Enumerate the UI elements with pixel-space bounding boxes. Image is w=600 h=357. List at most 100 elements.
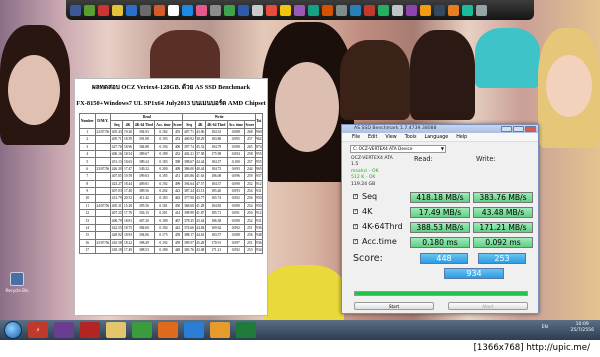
table-row: 5 451.13 18.63 389.24 0.183 398 398.67 44.44 184… [79, 157, 264, 166]
dock-app-icon[interactable] [336, 4, 347, 16]
table-cell: 0.189 [154, 149, 173, 159]
checkbox-acc-time[interactable] [353, 238, 358, 244]
dock-app-icon[interactable] [70, 4, 81, 16]
table-cell: 5 [79, 157, 96, 166]
menu-language[interactable]: Language [425, 135, 449, 140]
dock-app-icon[interactable] [434, 4, 445, 16]
table-cell: 0.194 [154, 142, 173, 151]
checkbox-4k-64thrd[interactable] [353, 223, 358, 229]
table-cell: 389.67 [132, 149, 156, 159]
checkbox-4k[interactable] [353, 208, 358, 214]
table-cell: 423.27 [110, 179, 124, 188]
dock-app-icon[interactable] [448, 4, 459, 16]
dock-app-icon[interactable] [126, 4, 137, 16]
start-button[interactable]: Start [354, 302, 434, 310]
close-button[interactable] [525, 126, 536, 132]
menu-help[interactable]: Help [456, 135, 467, 140]
language-indicator[interactable]: EN [542, 325, 548, 331]
menu-edit[interactable]: Edit [368, 135, 377, 140]
menu-tools[interactable]: Tools [405, 135, 417, 140]
table-cell: 252 [243, 179, 256, 188]
table-cell: 0.183 [154, 194, 173, 203]
folder-icon[interactable] [106, 322, 126, 338]
dock-app-icon[interactable] [406, 4, 417, 16]
table-cell: 402.21 [182, 149, 196, 159]
table-cell [94, 216, 112, 225]
table-cell: 0.088 [226, 231, 245, 240]
table-cell: 257 [243, 157, 256, 166]
table-cell: 936 [254, 223, 264, 233]
table-cell: 467 [171, 216, 184, 225]
dock-app-icon[interactable] [154, 4, 165, 16]
chrome-icon[interactable] [132, 322, 152, 338]
maximize-button[interactable] [513, 126, 524, 132]
dock-app-icon[interactable] [308, 4, 319, 16]
dock-app-icon[interactable] [98, 4, 109, 16]
dock-app-icon[interactable] [252, 4, 263, 16]
dock-app-icon[interactable] [378, 4, 389, 16]
dock-app-icon[interactable] [364, 4, 375, 16]
read-group-header: Read [110, 112, 184, 122]
checkbox-seq[interactable] [353, 193, 358, 199]
test-row-4k-64thrd[interactable]: 4K-64Thrd [353, 222, 403, 231]
table-cell: 43.13 [194, 186, 206, 196]
taskbar-app-icon[interactable] [54, 322, 74, 338]
acc-time-read-value: 0.180 ms [410, 237, 470, 248]
table-cell: 1 [79, 127, 96, 137]
table-cell: 450 [171, 201, 184, 211]
taskbar-app-icon[interactable] [236, 322, 256, 338]
dock-app-icon[interactable] [294, 4, 305, 16]
table-cell: 459 [171, 238, 184, 248]
table-cell: 25/07/56 [94, 238, 112, 248]
minimize-button[interactable] [501, 126, 512, 132]
dock-app-icon[interactable] [280, 4, 291, 16]
taskbar-app-icon[interactable] [210, 322, 230, 338]
table-cell: 22/07/56 [94, 127, 112, 137]
device-select[interactable]: C: OCZ-VERTEX4 ATA Device ▼ [350, 145, 446, 153]
ie-icon[interactable] [184, 322, 204, 338]
table-cell: 170.91 [204, 238, 228, 248]
dock-app-icon[interactable] [420, 4, 431, 16]
watermark-caption: [1366x768] http://upic.me/ [0, 340, 600, 357]
table-cell: 0.097 [226, 238, 245, 248]
clock-date[interactable]: 25/7/2556 [570, 328, 594, 334]
table-cell: 411.42 [132, 194, 156, 203]
abort-button[interactable]: Abort [448, 302, 528, 310]
dock-app-icon[interactable] [196, 4, 207, 16]
table-cell: 268 [243, 127, 256, 137]
dock-app-icon[interactable] [392, 4, 403, 16]
dock-app-icon[interactable] [476, 4, 487, 16]
dock-app-icon[interactable] [210, 4, 221, 16]
test-label: Seq [362, 192, 378, 201]
desktop-icon-recycle-bin[interactable]: Recycle Bin [5, 272, 29, 293]
dock-app-icon[interactable] [266, 4, 277, 16]
firefox-icon[interactable] [158, 322, 178, 338]
dock-app-icon[interactable] [84, 4, 95, 16]
dock-app-icon[interactable] [112, 4, 123, 16]
table-cell: 0.090 [226, 201, 245, 211]
start-button-icon[interactable] [4, 321, 22, 339]
menu-view[interactable]: View [385, 135, 396, 140]
table-cell: 18.93 [122, 231, 134, 240]
dock-app-icon[interactable] [140, 4, 151, 16]
dock-app-icon[interactable] [168, 4, 179, 16]
table-cell: 0.095 [226, 135, 245, 144]
dock-app-icon[interactable] [182, 4, 193, 16]
test-row-acc-time[interactable]: Acc.time [353, 237, 397, 246]
dock-app-icon[interactable] [238, 4, 249, 16]
dock-app-icon[interactable] [350, 4, 361, 16]
taskbar-app-icon[interactable]: ⚡ [28, 322, 48, 338]
dock-app-icon[interactable] [462, 4, 473, 16]
as-ssd-benchmark-window[interactable]: AS SSD Benchmark 1.7.4739.38088 File Edi… [341, 124, 539, 314]
dock-app-icon[interactable] [224, 4, 235, 16]
window-titlebar[interactable]: AS SSD Benchmark 1.7.4739.38088 [342, 125, 538, 133]
dock-app-icon[interactable] [322, 4, 333, 16]
test-row-seq[interactable]: Seq [353, 192, 377, 201]
device-capacity: 119.24 GB [351, 181, 376, 187]
table-cell: 171.21 [204, 246, 228, 255]
test-row-4k[interactable]: 4K [353, 207, 372, 216]
menu-file[interactable]: File [352, 135, 360, 140]
taskbar-app-icon[interactable] [80, 322, 100, 338]
table-cell [94, 157, 112, 166]
write-score: 253 [478, 253, 526, 264]
